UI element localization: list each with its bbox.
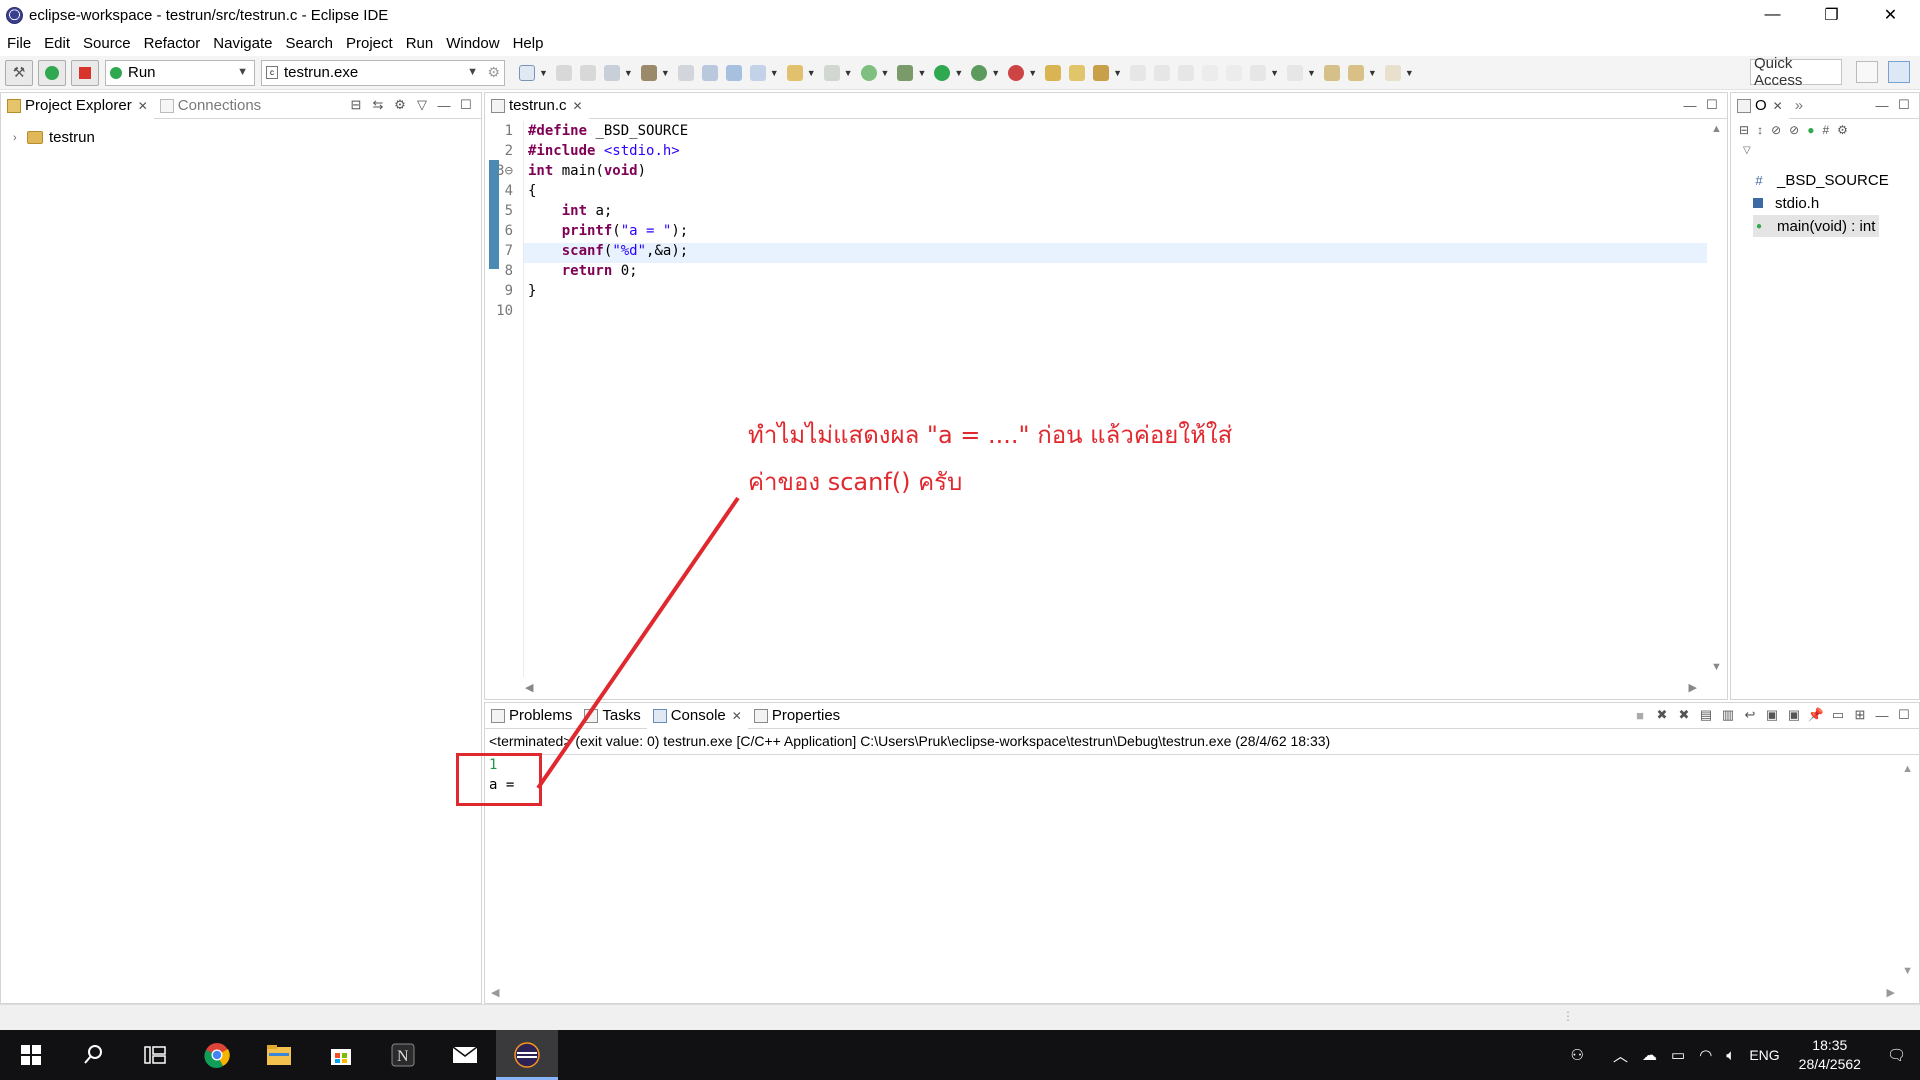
- language-indicator[interactable]: ENG: [1749, 1047, 1779, 1063]
- notion-icon: N: [391, 1043, 415, 1067]
- taskbar-file-explorer[interactable]: [248, 1030, 310, 1080]
- annotation-arrow: [536, 496, 740, 790]
- people-icon[interactable]: ⚇: [1571, 1046, 1584, 1064]
- screen: { "window": { "title": "eclipse-workspac…: [0, 0, 1920, 1080]
- battery-icon[interactable]: ▭: [1671, 1046, 1685, 1064]
- chevron-up-icon[interactable]: ︿: [1613, 1045, 1628, 1066]
- taskbar-eclipse[interactable]: [496, 1030, 558, 1080]
- start-button[interactable]: [0, 1030, 62, 1080]
- wifi-icon[interactable]: ◠: [1699, 1046, 1712, 1064]
- system-tray: ⚇ ︿ ☁ ▭ ◠ 🔈︎ ENG 18:35 28/4/2562 🗨︎: [1564, 1030, 1920, 1080]
- action-center-icon[interactable]: 🗨︎: [1887, 1046, 1906, 1064]
- annotation-arrow-line: [536, 496, 740, 790]
- taskbar-store[interactable]: [310, 1030, 372, 1080]
- mail-icon: [452, 1046, 478, 1063]
- task-view-button[interactable]: [124, 1030, 186, 1080]
- store-icon: [331, 1049, 351, 1065]
- taskbar-notion[interactable]: N: [372, 1030, 434, 1080]
- taskbar-mail[interactable]: [434, 1030, 496, 1080]
- volume-icon[interactable]: 🔈︎: [1726, 1047, 1735, 1064]
- folder-icon: [267, 1045, 291, 1065]
- taskbar: N ⚇ ︿ ☁ ▭ ◠ 🔈︎ ENG 18:35 28/4/2562 🗨︎: [0, 1030, 1920, 1080]
- chrome-icon: [204, 1043, 230, 1068]
- clock[interactable]: 18:35 28/4/2562: [1799, 1036, 1861, 1074]
- taskbar-chrome[interactable]: [186, 1030, 248, 1080]
- clock-date: 28/4/2562: [1798, 1056, 1861, 1072]
- search-icon: [84, 1045, 102, 1064]
- eclipse-icon: [514, 1042, 540, 1068]
- svg-text:N: N: [397, 1048, 409, 1065]
- clock-time: 18:35: [1812, 1037, 1848, 1053]
- task-view-icon: [144, 1046, 166, 1064]
- windows-icon: [21, 1045, 41, 1065]
- onedrive-icon[interactable]: ☁: [1642, 1046, 1657, 1064]
- search-button[interactable]: [62, 1030, 124, 1080]
